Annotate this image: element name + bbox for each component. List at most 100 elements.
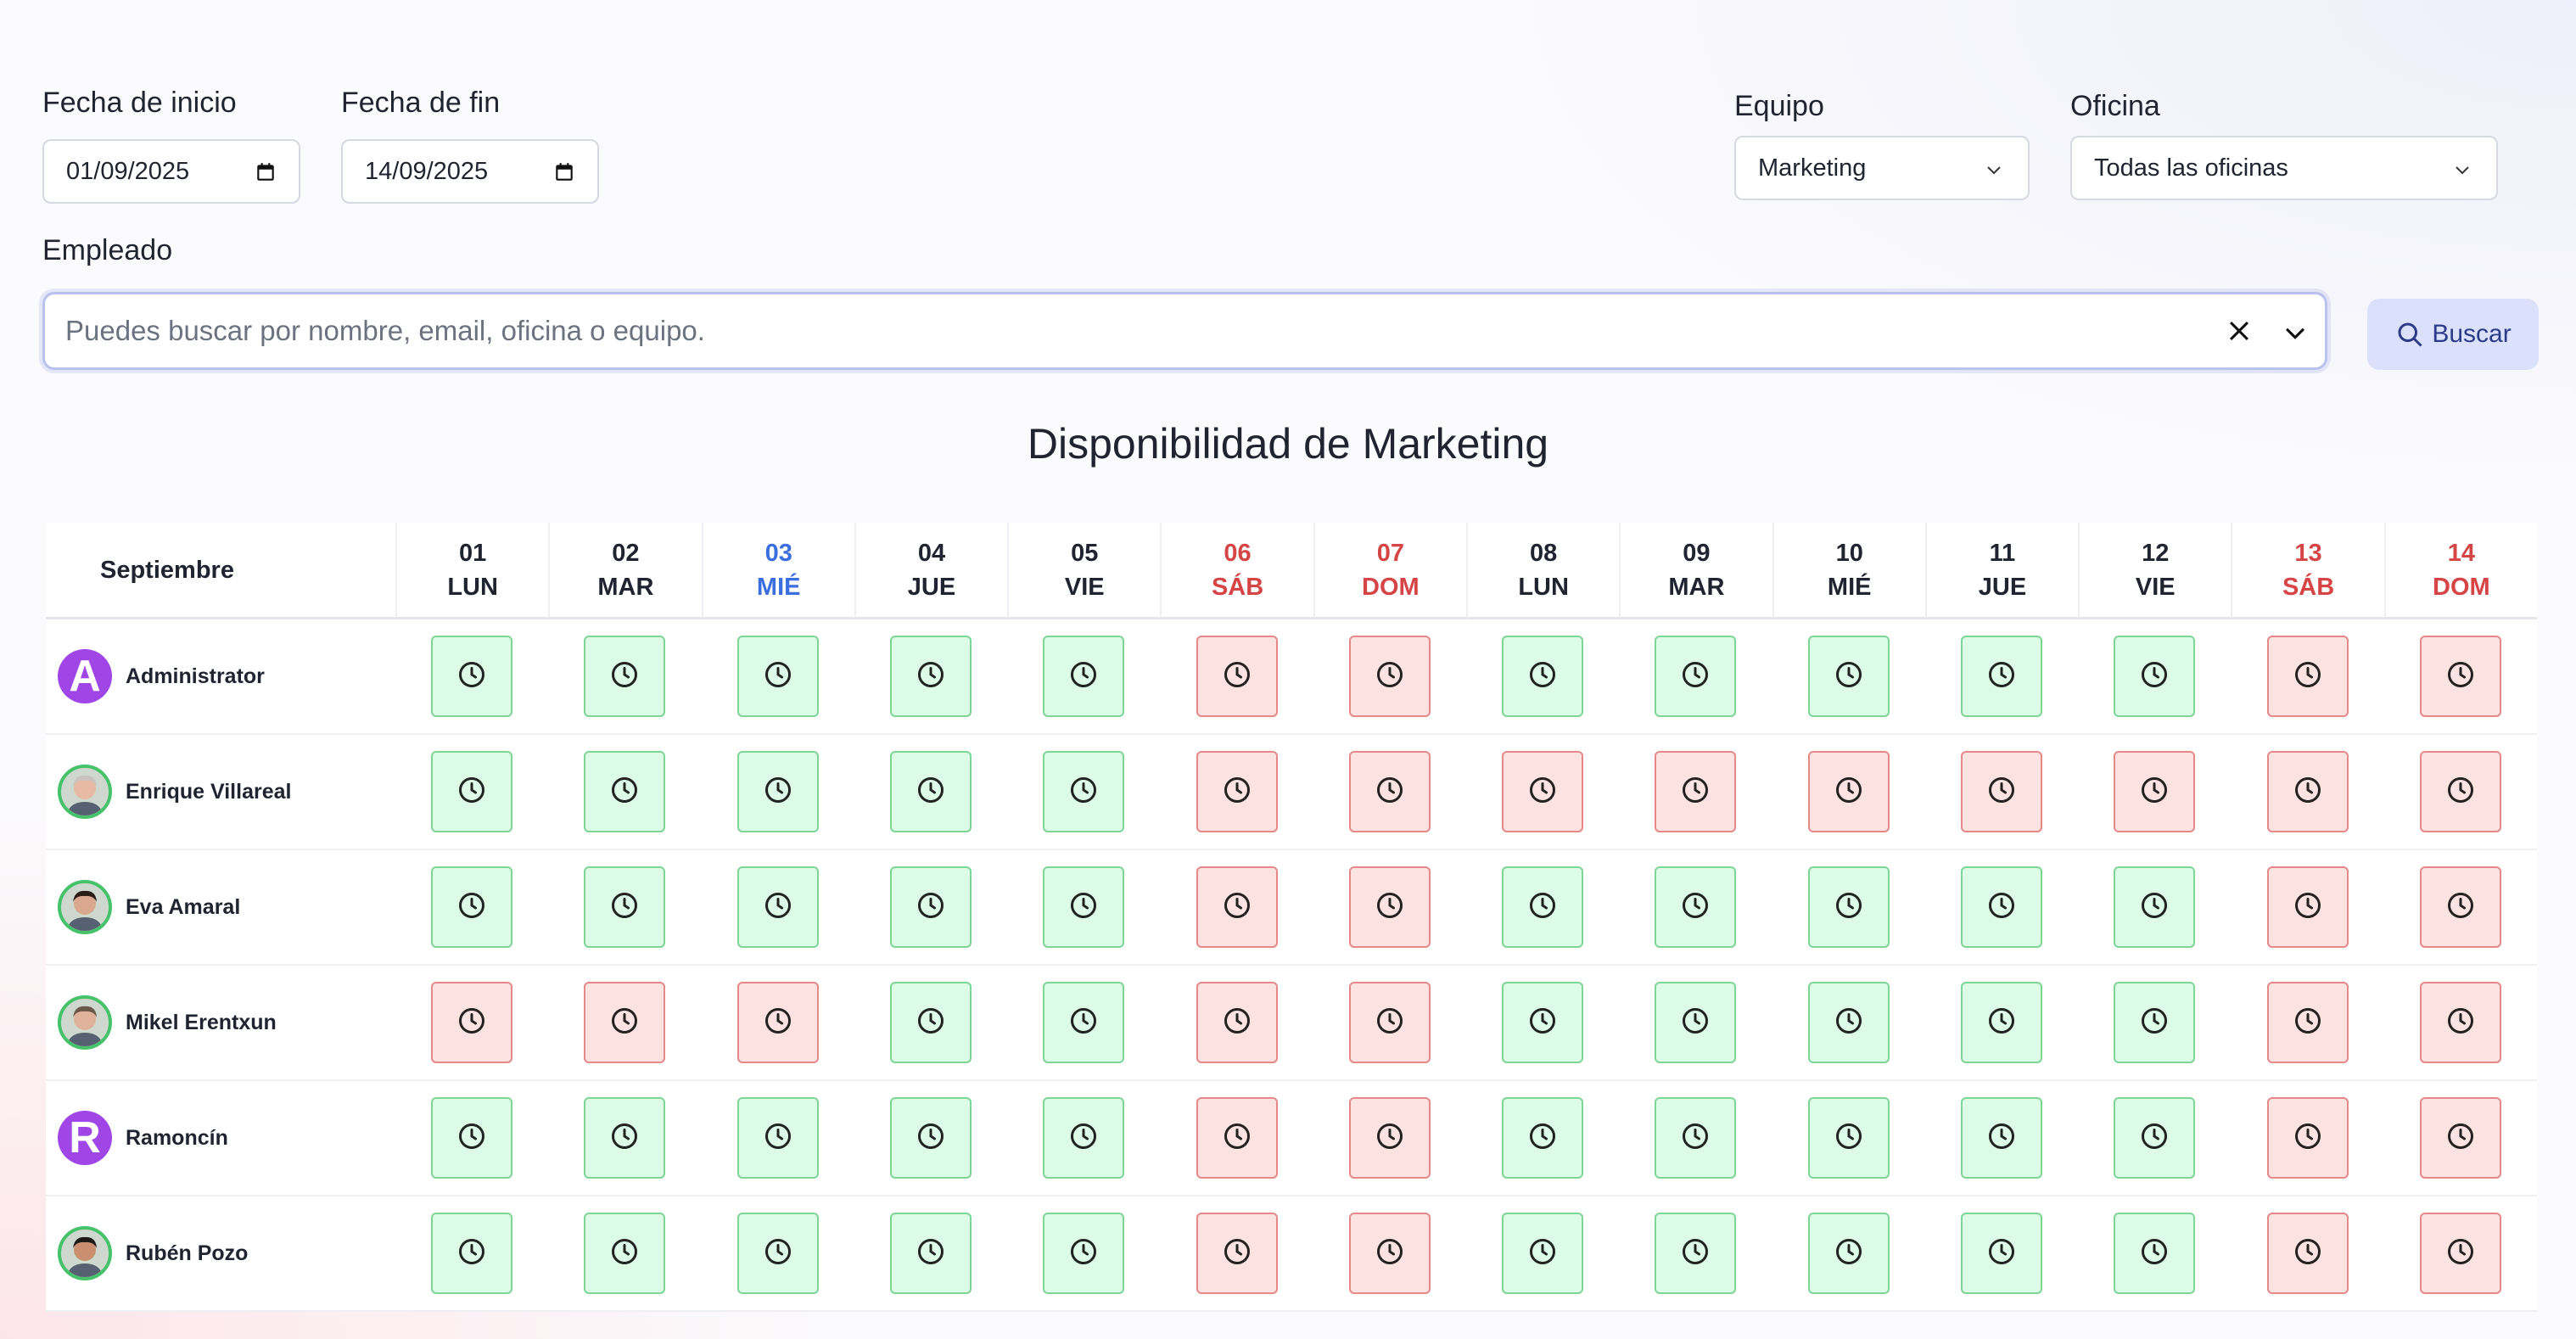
calendar-icon[interactable] [255, 161, 277, 183]
available-slot[interactable] [1960, 1097, 2042, 1179]
unavailable-slot[interactable] [1196, 1213, 1278, 1294]
available-slot[interactable] [431, 636, 513, 717]
available-slot[interactable] [584, 1097, 666, 1179]
unavailable-slot[interactable] [2266, 1097, 2349, 1179]
available-slot[interactable] [1043, 636, 1125, 717]
available-slot[interactable] [1655, 866, 1737, 948]
available-slot[interactable] [1043, 982, 1125, 1063]
search-button[interactable]: Buscar [2367, 299, 2539, 370]
available-slot[interactable] [1043, 751, 1125, 832]
available-slot[interactable] [1807, 636, 1890, 717]
available-slot[interactable] [736, 866, 819, 948]
unavailable-slot[interactable] [431, 982, 513, 1063]
unavailable-slot[interactable] [2419, 1213, 2501, 1294]
unavailable-slot[interactable] [1960, 751, 2042, 832]
available-slot[interactable] [889, 751, 972, 832]
available-slot[interactable] [2114, 982, 2196, 1063]
available-slot[interactable] [584, 751, 666, 832]
available-slot[interactable] [889, 866, 972, 948]
unavailable-slot[interactable] [1348, 982, 1431, 1063]
available-slot[interactable] [1960, 982, 2042, 1063]
unavailable-slot[interactable] [1196, 636, 1278, 717]
unavailable-slot[interactable] [2419, 982, 2501, 1063]
available-slot[interactable] [1807, 866, 1890, 948]
available-slot[interactable] [889, 1097, 972, 1179]
team-select[interactable]: Marketing [1734, 136, 2030, 200]
available-slot[interactable] [736, 751, 819, 832]
unavailable-slot[interactable] [1196, 866, 1278, 948]
available-slot[interactable] [1043, 1097, 1125, 1179]
office-select[interactable]: Todas las oficinas [2070, 136, 2498, 200]
unavailable-slot[interactable] [2114, 751, 2196, 832]
available-slot[interactable] [889, 636, 972, 717]
unavailable-slot[interactable] [1196, 751, 1278, 832]
available-slot[interactable] [736, 1097, 819, 1179]
day-cell [1313, 735, 1466, 850]
available-slot[interactable] [431, 751, 513, 832]
unavailable-slot[interactable] [736, 982, 819, 1063]
available-slot[interactable] [1502, 1213, 1584, 1294]
unavailable-slot[interactable] [1348, 866, 1431, 948]
start-date-input[interactable]: 01/09/2025 [42, 139, 300, 204]
unavailable-slot[interactable] [1348, 751, 1431, 832]
day-cell [2078, 735, 2232, 850]
available-slot[interactable] [431, 866, 513, 948]
unavailable-slot[interactable] [1196, 982, 1278, 1063]
available-slot[interactable] [736, 1213, 819, 1294]
available-slot[interactable] [431, 1097, 513, 1179]
available-slot[interactable] [2114, 636, 2196, 717]
available-slot[interactable] [1655, 636, 1737, 717]
calendar-icon[interactable] [553, 161, 575, 183]
available-slot[interactable] [889, 1213, 972, 1294]
day-cell [1160, 619, 1313, 735]
available-slot[interactable] [1043, 866, 1125, 948]
available-slot[interactable] [1807, 982, 1890, 1063]
day-cell [548, 619, 702, 735]
unavailable-slot[interactable] [1196, 1097, 1278, 1179]
available-slot[interactable] [1807, 1213, 1890, 1294]
unavailable-slot[interactable] [1655, 751, 1737, 832]
unavailable-slot[interactable] [2266, 982, 2349, 1063]
chevron-down-icon[interactable] [2281, 318, 2310, 347]
available-slot[interactable] [2114, 1097, 2196, 1179]
day-cell [395, 735, 549, 850]
unavailable-slot[interactable] [2419, 866, 2501, 948]
unavailable-slot[interactable] [1502, 751, 1584, 832]
unavailable-slot[interactable] [1348, 1097, 1431, 1179]
available-slot[interactable] [1655, 982, 1737, 1063]
team-label: Equipo [1734, 90, 1824, 122]
unavailable-slot[interactable] [1348, 1213, 1431, 1294]
available-slot[interactable] [1502, 1097, 1584, 1179]
available-slot[interactable] [1960, 1213, 2042, 1294]
employee-search-input[interactable]: Puedes buscar por nombre, email, oficina… [42, 292, 2327, 370]
available-slot[interactable] [431, 1213, 513, 1294]
available-slot[interactable] [1960, 866, 2042, 948]
unavailable-slot[interactable] [2419, 751, 2501, 832]
available-slot[interactable] [1502, 866, 1584, 948]
available-slot[interactable] [584, 636, 666, 717]
available-slot[interactable] [2114, 866, 2196, 948]
end-date-input[interactable]: 14/09/2025 [341, 139, 599, 204]
unavailable-slot[interactable] [1348, 636, 1431, 717]
unavailable-slot[interactable] [2419, 1097, 2501, 1179]
available-slot[interactable] [1655, 1097, 1737, 1179]
available-slot[interactable] [1043, 1213, 1125, 1294]
unavailable-slot[interactable] [2266, 636, 2349, 717]
unavailable-slot[interactable] [1807, 751, 1890, 832]
available-slot[interactable] [1655, 1213, 1737, 1294]
available-slot[interactable] [1502, 636, 1584, 717]
available-slot[interactable] [1960, 636, 2042, 717]
unavailable-slot[interactable] [2266, 751, 2349, 832]
unavailable-slot[interactable] [584, 982, 666, 1063]
available-slot[interactable] [2114, 1213, 2196, 1294]
available-slot[interactable] [584, 1213, 666, 1294]
available-slot[interactable] [889, 982, 972, 1063]
available-slot[interactable] [736, 636, 819, 717]
unavailable-slot[interactable] [2266, 1213, 2349, 1294]
available-slot[interactable] [1807, 1097, 1890, 1179]
close-icon[interactable] [2225, 317, 2254, 345]
unavailable-slot[interactable] [2419, 636, 2501, 717]
unavailable-slot[interactable] [2266, 866, 2349, 948]
available-slot[interactable] [584, 866, 666, 948]
available-slot[interactable] [1502, 982, 1584, 1063]
